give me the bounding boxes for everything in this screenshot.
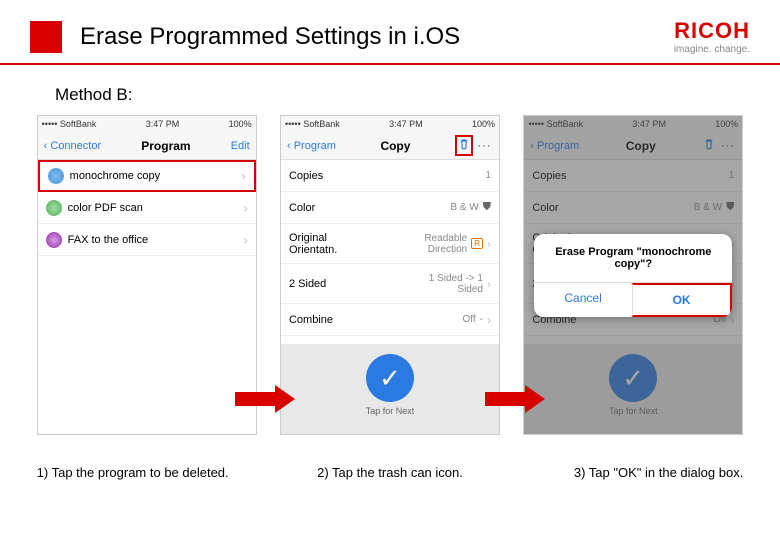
status-bar: ••••• SoftBank 3:47 PM 100% (524, 116, 742, 132)
setting-label: Color (532, 202, 558, 214)
cancel-button[interactable]: Cancel (534, 283, 632, 317)
back-button: ‹ Program (530, 140, 579, 152)
battery-label: 100% (229, 119, 252, 129)
setting-row-orientation[interactable]: Original Orientatn. Readable Direction R › (281, 224, 499, 264)
setting-value: Off (462, 314, 475, 325)
bottom-zone: ✓ Tap for Next (281, 344, 499, 434)
dash-icon: - (480, 314, 483, 325)
carrier-label: ••••• SoftBank (528, 119, 583, 129)
stack-icon: ⛊ (726, 201, 734, 214)
captions-row: 1) Tap the program to be deleted. 2) Tap… (0, 435, 780, 480)
chevron-right-icon: › (244, 201, 248, 215)
nav-title: Copy (380, 139, 410, 153)
setting-label: Combine (289, 314, 333, 326)
time-label: 3:47 PM (146, 119, 180, 129)
more-icon: ⋯ (720, 137, 736, 154)
arrow-icon (235, 385, 295, 413)
arrow-icon (485, 385, 545, 413)
status-bar: ••••• SoftBank 3:47 PM 100% (281, 116, 499, 132)
phone-screenshot-3: ••••• SoftBank 3:47 PM 100% ‹ Program Co… (523, 115, 743, 435)
check-circle-icon: ✓ (609, 354, 657, 402)
logo-text: RICOH (674, 18, 750, 44)
setting-value: 1 Sided -> 1 Sided (413, 273, 483, 295)
confirm-dialog: Erase Program "monochrome copy"? Cancel … (534, 234, 732, 317)
phone-screenshot-2: ••••• SoftBank 3:47 PM 100% ‹ Program Co… (280, 115, 500, 435)
caption-2: 2) Tap the trash can icon. (280, 465, 500, 480)
setting-label: Copies (532, 170, 566, 182)
slide-header: Erase Programmed Settings in i.OS RICOH … (0, 0, 780, 65)
nav-bar: ‹ Program Copy ⋯ (524, 132, 742, 160)
setting-label: Copies (289, 170, 323, 182)
setting-label: Original Orientatn. (289, 232, 359, 256)
bottom-zone: ✓ Tap for Next (524, 344, 742, 434)
slide-title: Erase Programmed Settings in i.OS (80, 23, 674, 51)
setting-value: 1 (485, 170, 491, 181)
back-button[interactable]: ‹ Connector (44, 140, 101, 152)
screenshots-row: ••••• SoftBank 3:47 PM 100% ‹ Connector … (0, 115, 780, 435)
program-row-monochrome[interactable]: monochrome copy › (38, 160, 256, 192)
r-badge-icon: R (471, 238, 483, 249)
chevron-right-icon: › (487, 237, 491, 251)
chevron-right-icon: › (487, 313, 491, 327)
setting-value: 1 (729, 170, 735, 181)
trash-icon (702, 137, 716, 154)
setting-row-twosided[interactable]: 2 Sided 1 Sided -> 1 Sided › (281, 264, 499, 304)
program-row-fax[interactable]: FAX to the office › (38, 224, 256, 256)
nav-title: Program (141, 139, 190, 153)
phone-screenshot-1: ••••• SoftBank 3:47 PM 100% ‹ Connector … (37, 115, 257, 435)
chevron-right-icon: › (487, 277, 491, 291)
tap-next-label: Tap for Next (281, 406, 499, 416)
logo-tagline: imagine. change. (674, 44, 750, 55)
nav-title: Copy (626, 139, 656, 153)
header-accent-square (30, 21, 62, 53)
caption-3: 3) Tap "OK" in the dialog box. (523, 465, 743, 480)
setting-value: B & W (450, 202, 478, 213)
method-label: Method B: (0, 65, 780, 115)
setting-value: B & W (694, 202, 722, 213)
stack-icon: ⛊ (483, 201, 491, 214)
battery-label: 100% (472, 119, 495, 129)
carrier-label: ••••• SoftBank (42, 119, 97, 129)
program-icon (48, 168, 64, 184)
setting-row-color: Color B & W ⛊ (524, 192, 742, 224)
brand-logo: RICOH imagine. change. (674, 18, 750, 55)
nav-bar: ‹ Program Copy ⋯ (281, 132, 499, 160)
program-icon (46, 200, 62, 216)
setting-label: Color (289, 202, 315, 214)
program-label: color PDF scan (68, 202, 143, 214)
caption-1: 1) Tap the program to be deleted. (37, 465, 257, 480)
nav-bar: ‹ Connector Program Edit (38, 132, 256, 160)
status-bar: ••••• SoftBank 3:47 PM 100% (38, 116, 256, 132)
program-label: monochrome copy (70, 170, 161, 182)
setting-row-color[interactable]: Color B & W ⛊ (281, 192, 499, 224)
dialog-message: Erase Program "monochrome copy"? (534, 234, 732, 282)
battery-label: 100% (715, 119, 738, 129)
setting-label: 2 Sided (289, 278, 326, 290)
program-label: FAX to the office (68, 234, 149, 246)
time-label: 3:47 PM (389, 119, 423, 129)
setting-value: Readable Direction (407, 233, 467, 255)
tap-next-label: Tap for Next (524, 406, 742, 416)
chevron-right-icon: › (242, 169, 246, 183)
program-icon (46, 232, 62, 248)
setting-row-combine[interactable]: Combine Off-› (281, 304, 499, 336)
chevron-right-icon: › (730, 313, 734, 327)
ok-button[interactable]: OK (632, 283, 733, 317)
program-row-colorpdf[interactable]: color PDF scan › (38, 192, 256, 224)
edit-button[interactable]: Edit (231, 140, 250, 152)
check-circle-icon[interactable]: ✓ (366, 354, 414, 402)
time-label: 3:47 PM (632, 119, 666, 129)
setting-row-copies[interactable]: Copies 1 (281, 160, 499, 192)
setting-row-copies: Copies 1 (524, 160, 742, 192)
chevron-right-icon: › (244, 233, 248, 247)
carrier-label: ••••• SoftBank (285, 119, 340, 129)
back-button[interactable]: ‹ Program (287, 140, 336, 152)
trash-icon[interactable] (455, 135, 473, 156)
more-icon[interactable]: ⋯ (477, 137, 493, 154)
